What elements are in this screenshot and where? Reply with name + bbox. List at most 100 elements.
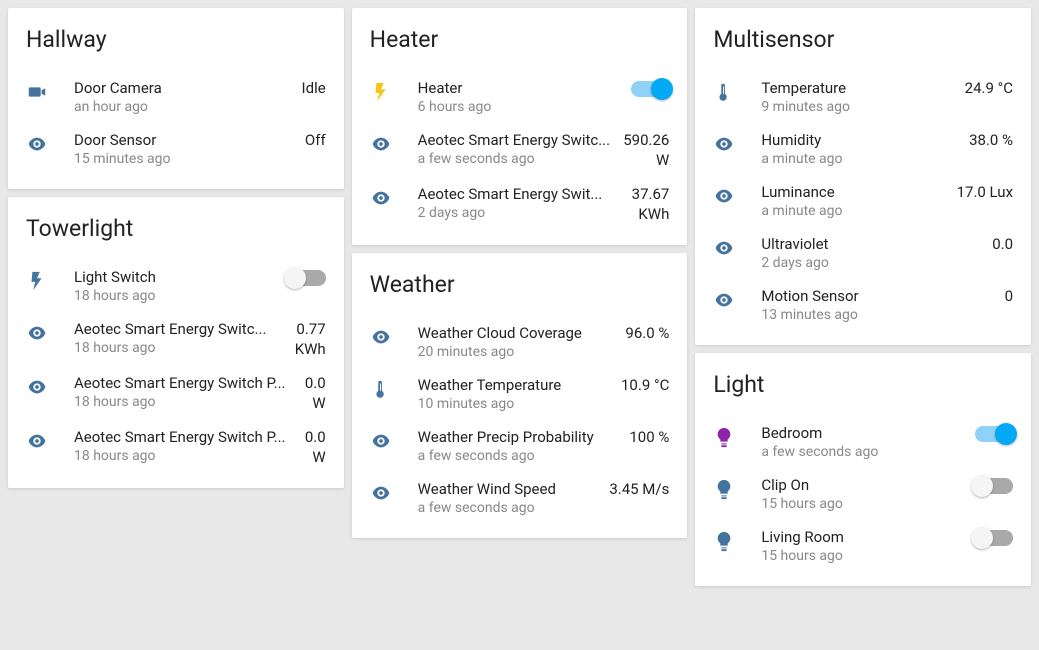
card-hallway: Hallway Door Camera an hour ago Idle Door Se… [8,8,344,189]
entity-row[interactable]: Living Room15 hours ago [713,520,1013,572]
entity-name: Bedroom [761,424,965,442]
entity-row[interactable]: Ultraviolet 2 days ago 0.0 [713,227,1013,279]
entity-row[interactable]: Bedroom a few seconds ago [713,416,1013,468]
card-towerlight: Towerlight Light Switch 18 hours ago Aeotec… [8,197,344,488]
entity-row[interactable]: Aeotec Smart Energy Swit...2 days ago37.… [370,177,670,231]
entity-row[interactable]: Clip On 15 hours ago [713,468,1013,520]
entity-value: 100 % [629,428,669,446]
lightbulb-icon [713,426,735,448]
entity-value: Idle [302,79,326,97]
entity-name: Light Switch [74,268,278,286]
entity-row[interactable]: Temperature 9 minutes ago 24.9 °C [713,71,1013,123]
entity-timestamp: a minute ago [761,203,946,219]
entity-timestamp: 10 minutes ago [418,396,611,412]
eye-icon [370,430,392,452]
card-title: Towerlight [26,215,326,242]
entity-name: Weather Temperature [418,376,611,394]
entity-timestamp: 6 hours ago [418,99,622,115]
entity-unit: W [305,394,326,412]
entity-unit: KWh [632,205,670,223]
entity-value: 37.67 [632,185,670,203]
toggle-switch[interactable] [631,81,669,97]
entity-timestamp: 20 minutes ago [418,344,616,360]
flash-icon [370,81,392,103]
toggle-switch[interactable] [975,426,1013,442]
eye-icon [26,430,48,452]
entity-name: Living Room [761,528,965,546]
entity-value: 0.0 [305,428,326,446]
entity-row[interactable]: Humiditya minute ago38.0 % [713,123,1013,175]
entity-timestamp: a minute ago [761,151,959,167]
entity-timestamp: a few seconds ago [418,500,600,516]
toggle-switch[interactable] [975,478,1013,494]
entity-row[interactable]: Motion Sensor 13 minutes ago 0 [713,279,1013,331]
entity-value: Off [305,131,326,149]
entity-row[interactable]: Heater 6 hours ago [370,71,670,123]
card-title: Light [713,371,1013,398]
entity-row[interactable]: Weather Precip Probabilitya few seconds … [370,420,670,472]
entity-name: Aeotec Smart Energy Switch P... [74,374,295,392]
entity-value: 0.0 [992,235,1013,253]
entity-name: Ultraviolet [761,235,982,253]
entity-name: Aeotec Smart Energy Switch P... [74,428,295,446]
entity-row[interactable]: Weather Wind Speed a few seconds ago 3.45 … [370,472,670,524]
entity-row[interactable]: Luminance a minute ago 17.0 Lux [713,175,1013,227]
entity-name: Heater [418,79,622,97]
toggle-switch[interactable] [975,530,1013,546]
entity-timestamp: 15 hours ago [761,496,965,512]
entity-name: Aeotec Smart Energy Switc... [74,320,285,338]
entity-name: Door Camera [74,79,292,97]
entity-row[interactable]: Weather Temperature 10 minutes ago 10.9 °C [370,368,670,420]
card-title: Hallway [26,26,326,53]
entity-row[interactable]: Aeotec Smart Energy Switc...18 hours ago… [26,312,326,366]
entity-row[interactable]: Aeotec Smart Energy Switch P...18 hours … [26,420,326,474]
entity-timestamp: 2 days ago [761,255,982,271]
entity-timestamp: an hour ago [74,99,292,115]
lightbulb-icon [713,478,735,500]
entity-name: Temperature [761,79,954,97]
entity-value: 24.9 °C [965,79,1013,97]
entity-timestamp: 15 minutes ago [74,151,295,167]
entity-name: Luminance [761,183,946,201]
entity-name: Door Sensor [74,131,295,149]
eye-icon [26,322,48,344]
eye-icon [713,289,735,311]
eye-icon [713,237,735,259]
eye-icon [370,482,392,504]
entity-value: 10.9 °C [621,376,669,394]
toggle-switch[interactable] [288,270,326,286]
entity-row[interactable]: Weather Cloud Coverage 20 minutes ago 96.0… [370,316,670,368]
entity-name: Weather Wind Speed [418,480,600,498]
entity-timestamp: 13 minutes ago [761,307,994,323]
entity-unit: W [623,151,669,169]
entity-row[interactable]: Door Camera an hour ago Idle [26,71,326,123]
entity-timestamp: a few seconds ago [761,444,965,460]
camera-icon [26,81,48,103]
entity-value: 0 [1005,287,1013,305]
eye-icon [370,133,392,155]
entity-row[interactable]: Aeotec Smart Energy Switc...a few second… [370,123,670,177]
card-heater: Heater Heater 6 hours ago Aeotec Smart Ener… [352,8,688,245]
entity-name: Weather Cloud Coverage [418,324,616,342]
entity-row[interactable]: Light Switch 18 hours ago [26,260,326,312]
entity-value: 0.0 [305,374,326,392]
entity-value: 17.0 Lux [957,183,1013,201]
entity-row[interactable]: Door Sensor 15 minutes ago Off [26,123,326,175]
entity-name: Aeotec Smart Energy Switc... [418,131,614,149]
card-weather: WeatherWeather Cloud Coverage20 minutes … [352,253,688,538]
entity-value: 96.0 % [625,324,669,342]
entity-value: 3.45 M/s [609,480,669,498]
entity-value: 0.77 [296,320,325,338]
entity-timestamp: 18 hours ago [74,288,278,304]
card-title: Heater [370,26,670,53]
entity-unit: KWh [295,340,326,358]
eye-icon [713,133,735,155]
entity-timestamp: 9 minutes ago [761,99,954,115]
entity-name: Motion Sensor [761,287,994,305]
thermometer-icon [713,81,735,103]
flash-icon [26,270,48,292]
entity-row[interactable]: Aeotec Smart Energy Switch P...18 hours … [26,366,326,420]
eye-icon [26,133,48,155]
thermometer-icon [370,378,392,400]
entity-name: Clip On [761,476,965,494]
